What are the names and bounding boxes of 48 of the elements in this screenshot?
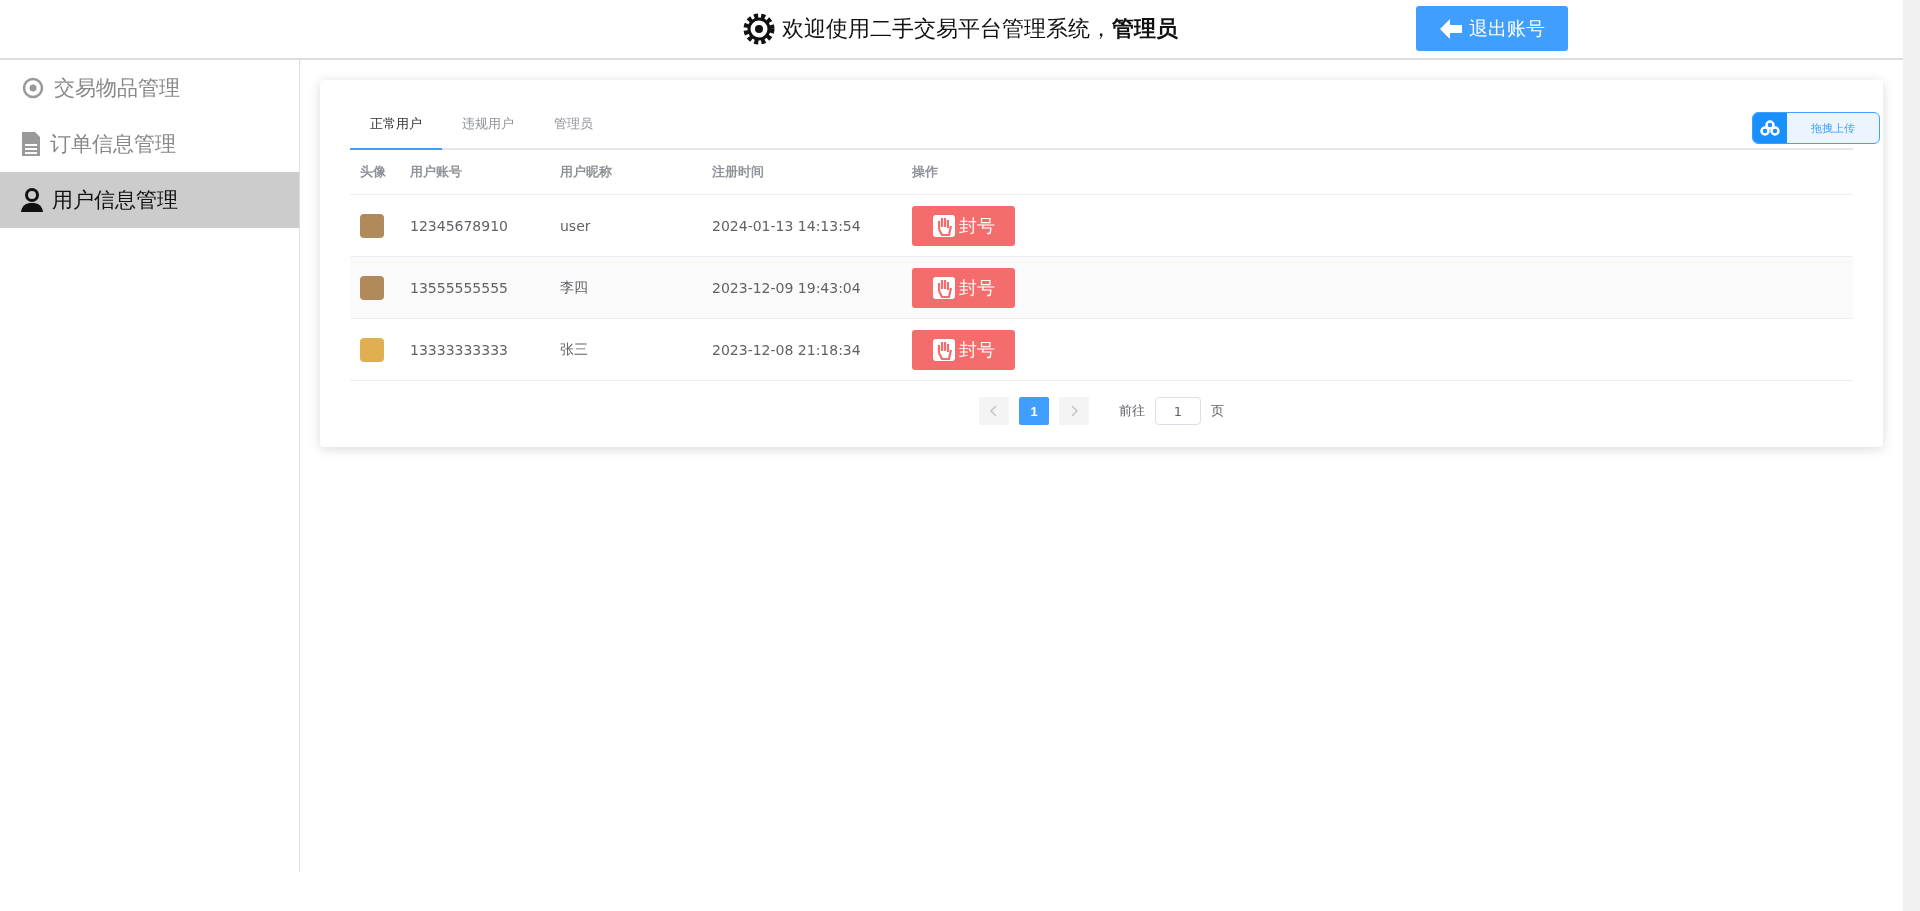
account-cell-text: 13333333333: [410, 341, 509, 358]
avatar-photo-placeholder: [360, 213, 384, 238]
registered-time-cell-text: 2024-01-13 14:13:54: [712, 217, 862, 234]
column-header: 操作: [912, 163, 939, 181]
sidebar-label: 订单信息管理: [50, 131, 176, 158]
hand-icon: [932, 276, 955, 299]
logout-button[interactable]: 退出账号: [1416, 6, 1568, 51]
ban-button[interactable]: 封号: [912, 205, 1015, 246]
sidebar-item[interactable]: 交易物品管理: [0, 60, 299, 116]
arrow-left-icon: [1439, 17, 1463, 40]
column-header: 用户账号: [410, 163, 463, 181]
avatar-photo-placeholder: [360, 337, 384, 362]
ban-button[interactable]: 封号: [912, 267, 1015, 308]
column-header: 注册时间: [712, 163, 765, 181]
page-input[interactable]: 1: [1155, 397, 1201, 425]
hand-icon: [932, 338, 955, 361]
sidebar-item[interactable]: 订单信息管理: [0, 116, 299, 172]
nickname-cell-text: user: [560, 217, 592, 234]
column-header: 头像: [360, 163, 387, 181]
page-suffix: 页: [1211, 402, 1224, 420]
sidebar-label: 交易物品管理: [54, 75, 180, 102]
registered-time-cell-text: 2023-12-09 19:43:04: [712, 279, 862, 296]
user-icon: [20, 187, 44, 213]
gear-icon: [742, 12, 776, 46]
page-number[interactable]: 1: [1019, 397, 1049, 425]
sidebar-label: 用户信息管理: [52, 187, 178, 214]
hand-icon: [932, 214, 955, 237]
goto-label: 前往: [1119, 402, 1145, 420]
chevron-right-icon: [1070, 405, 1078, 417]
cloud-icon: [1760, 120, 1780, 136]
ban-button[interactable]: 封号: [912, 329, 1015, 370]
avatar-photo-placeholder: [360, 275, 384, 300]
nickname-cell-text: 张三: [560, 340, 589, 359]
scrollbar[interactable]: [1903, 0, 1920, 911]
registered-time-cell-text: 2023-12-08 21:18:34: [712, 341, 862, 358]
sidebar-item[interactable]: 用户信息管理: [0, 172, 299, 228]
account-cell-text: 12345678910: [410, 217, 509, 234]
nickname-cell-text: 李四: [560, 278, 589, 297]
upload-button[interactable]: 拖拽上传: [1752, 112, 1880, 144]
tab[interactable]: 违规用户: [442, 100, 534, 150]
welcome-title: 欢迎使用二手交易平台管理系统，管理员: [782, 15, 1178, 43]
next-page-button[interactable]: [1059, 397, 1089, 425]
previous-page-button[interactable]: [979, 397, 1009, 425]
column-header: 用户昵称: [560, 163, 613, 181]
account-cell-text: 13555555555: [410, 279, 509, 296]
document-icon: [20, 131, 42, 157]
tab[interactable]: 管理员: [534, 100, 613, 150]
chevron-left-icon: [990, 405, 998, 417]
